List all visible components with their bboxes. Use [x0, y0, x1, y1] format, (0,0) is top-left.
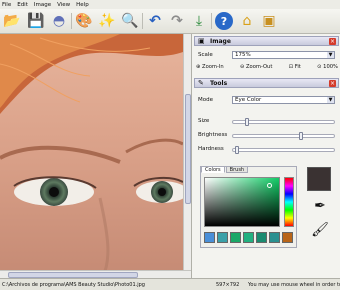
hardness-slider-knob[interactable]: [234, 146, 239, 154]
zoom-out-label: Zoom-Out: [246, 64, 273, 70]
zoom-out-link[interactable]: ⊖ Zoom-Out: [240, 64, 272, 70]
tools-panel-title: Tools: [210, 79, 228, 87]
color-swatches: [204, 232, 295, 243]
paint-brush-icon[interactable]: 🖌: [310, 222, 330, 242]
close-icon[interactable]: ×: [329, 38, 336, 45]
current-color-preview: [307, 167, 331, 191]
zoom-links: ⊕ Zoom-In ⊖ Zoom-Out ⊡ Fit ⊙ 100%: [196, 63, 338, 71]
mode-select[interactable]: Eye Color ▼: [232, 96, 335, 104]
photo-canvas[interactable]: [0, 34, 183, 278]
image-panel-header[interactable]: ▣ Image ×: [194, 36, 339, 46]
menu-image[interactable]: Image: [34, 2, 51, 8]
tools-panel-header[interactable]: ✎ Tools ×: [194, 78, 339, 88]
horizontal-scrollbar[interactable]: [0, 270, 191, 278]
color-swatch[interactable]: [256, 232, 267, 243]
mode-label: Mode: [198, 97, 213, 103]
scale-select[interactable]: 175% ▼: [232, 51, 335, 59]
menu-bar: File Edit Image View Help: [0, 0, 340, 9]
fit-label: Fit: [294, 64, 301, 70]
close-icon[interactable]: ×: [329, 80, 336, 87]
toolbar: 📂 💾 ◓ 🎨 ✨ 🔍 ↶ ↷ ⤓ ? ⌂ ▣: [0, 9, 340, 34]
home-icon[interactable]: ⌂: [238, 12, 256, 30]
image-dimensions: 597×792: [216, 282, 240, 288]
color-swatch[interactable]: [204, 232, 215, 243]
hundred-label: 100%: [323, 64, 338, 70]
zoom-in-link[interactable]: ⊕ Zoom-In: [196, 64, 224, 70]
mode-value: Eye Color: [235, 97, 262, 103]
actual-size-icon: ⊙: [317, 64, 322, 70]
chevron-down-icon: ▼: [327, 52, 334, 58]
open-folder-icon[interactable]: 📂: [3, 12, 21, 30]
chevron-down-icon: ▼: [327, 97, 334, 103]
toolbar-separator: [142, 13, 143, 29]
zoom-in-icon: ⊕: [196, 64, 201, 70]
size-slider-knob[interactable]: [244, 118, 249, 126]
tab-brush[interactable]: Brush: [225, 166, 249, 173]
save-icon[interactable]: 💾: [27, 12, 45, 30]
redo-icon[interactable]: ↷: [168, 12, 186, 30]
toolbar-separator: [211, 13, 212, 29]
zoom-out-icon: ⊖: [239, 64, 245, 70]
export-icon[interactable]: ⤓: [190, 12, 208, 30]
size-slider[interactable]: [232, 118, 335, 126]
menu-help[interactable]: Help: [76, 2, 89, 8]
magic-wand-icon[interactable]: ✨: [98, 12, 116, 30]
color-swatch[interactable]: [217, 232, 228, 243]
eyedropper-icon: ✎: [198, 79, 204, 87]
brightness-slider-knob[interactable]: [298, 132, 303, 140]
hundred-link[interactable]: ⊙ 100%: [317, 64, 338, 70]
scale-value: 175%: [235, 52, 251, 58]
color-swatch[interactable]: [269, 232, 280, 243]
size-label: Size: [198, 118, 210, 124]
hue-slider[interactable]: [284, 177, 294, 227]
undo-icon[interactable]: ↶: [146, 12, 164, 30]
color-tabs: Colors Brush: [201, 166, 249, 173]
toolbar-separator: [71, 13, 72, 29]
vertical-scrollbar[interactable]: [183, 34, 191, 270]
face-photo: [0, 34, 183, 278]
menu-edit[interactable]: Edit: [17, 2, 28, 8]
menu-view[interactable]: View: [57, 2, 70, 8]
zoom-in-label: Zoom-In: [202, 64, 224, 70]
color-swatch[interactable]: [282, 232, 293, 243]
color-picker: Colors Brush: [200, 166, 297, 248]
status-bar: C:\Archivos de programa\AMS Beauty Studi…: [0, 278, 340, 290]
eyedropper-icon[interactable]: ✒: [310, 198, 330, 218]
scale-label: Scale: [198, 52, 213, 58]
brightness-label: Brightness: [198, 132, 228, 138]
side-panel: ▣ Image × Scale 175% ▼ ⊕ Zoom-In ⊖ Zoom-…: [191, 34, 340, 278]
tab-colors[interactable]: Colors: [201, 166, 225, 173]
color-cursor[interactable]: [267, 183, 272, 188]
hardness-slider[interactable]: [232, 146, 335, 154]
help-icon[interactable]: ?: [215, 12, 233, 30]
menu-file[interactable]: File: [2, 2, 11, 8]
palette-icon[interactable]: 🎨: [75, 12, 93, 30]
fit-link[interactable]: ⊡ Fit: [289, 64, 301, 70]
fit-icon: ⊡: [288, 64, 294, 70]
box-icon[interactable]: ▣: [260, 12, 278, 30]
image-icon: ▣: [198, 37, 205, 45]
adjust-icon[interactable]: ◓: [50, 12, 68, 30]
zoom-page-icon[interactable]: 🔍: [121, 12, 139, 30]
brightness-slider[interactable]: [232, 132, 335, 140]
color-swatch[interactable]: [230, 232, 241, 243]
image-panel-title: Image: [210, 37, 231, 45]
file-path: C:\Archivos de programa\AMS Beauty Studi…: [2, 282, 145, 288]
hardness-label: Hardness: [198, 146, 224, 152]
status-hint: You may use mouse wheel in order to zoom: [248, 282, 340, 288]
saturation-value-area[interactable]: [204, 177, 280, 227]
color-swatch[interactable]: [243, 232, 254, 243]
